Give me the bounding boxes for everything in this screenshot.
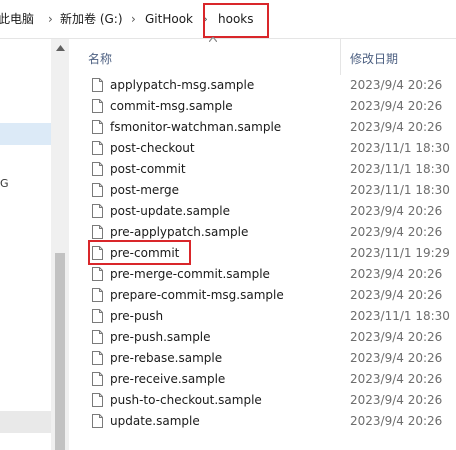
file-name: post-update.sample <box>110 204 230 218</box>
file-icon <box>92 372 103 386</box>
file-icon <box>92 330 103 344</box>
column-header: 名称 修改日期 <box>70 39 456 75</box>
file-name: fsmonitor-watchman.sample <box>110 120 282 134</box>
file-modified-date: 2023/9/4 20:26 <box>350 267 443 281</box>
file-row[interactable]: pre-rebase.sample 2023/9/4 20:26 <box>70 348 456 369</box>
file-modified-date: 2023/9/4 20:26 <box>350 225 443 239</box>
nav-item-drive-label[interactable]: G <box>0 177 9 190</box>
file-icon <box>92 162 103 176</box>
file-name: pre-applypatch.sample <box>110 225 249 239</box>
file-icon <box>92 78 103 92</box>
file-name: push-to-checkout.sample <box>110 393 262 407</box>
file-modified-date: 2023/11/1 18:30 <box>350 183 450 197</box>
file-modified-date: 2023/9/4 20:26 <box>350 204 443 218</box>
file-row[interactable]: applypatch-msg.sample 2023/9/4 20:26 <box>70 75 456 96</box>
column-divider[interactable] <box>340 39 341 75</box>
file-row[interactable]: pre-merge-commit.sample 2023/9/4 20:26 <box>70 264 456 285</box>
file-name: pre-merge-commit.sample <box>110 267 270 281</box>
file-name: pre-push.sample <box>110 330 211 344</box>
file-row[interactable]: post-update.sample 2023/9/4 20:26 <box>70 201 456 222</box>
file-row[interactable]: update.sample 2023/9/4 20:26 <box>70 411 456 432</box>
file-icon <box>92 267 103 281</box>
navigation-pane[interactable]: G <box>0 39 52 450</box>
file-row[interactable]: commit-msg.sample 2023/9/4 20:26 <box>70 96 456 117</box>
nav-item-hover[interactable] <box>0 411 51 433</box>
file-modified-date: 2023/9/4 20:26 <box>350 330 443 344</box>
file-name: post-checkout <box>110 141 195 155</box>
file-row[interactable]: pre-push 2023/11/1 18:30 <box>70 306 456 327</box>
file-name: prepare-commit-msg.sample <box>110 288 284 302</box>
breadcrumb-separator[interactable]: › <box>131 11 136 27</box>
file-name: pre-push <box>110 309 164 323</box>
file-row[interactable]: prepare-commit-msg.sample 2023/9/4 20:26 <box>70 285 456 306</box>
file-icon <box>92 99 103 113</box>
file-row[interactable]: push-to-checkout.sample 2023/9/4 20:26 <box>70 390 456 411</box>
file-modified-date: 2023/11/1 18:30 <box>350 309 450 323</box>
file-modified-date: 2023/9/4 20:26 <box>350 351 443 365</box>
file-icon <box>92 393 103 407</box>
file-row[interactable]: pre-receive.sample 2023/9/4 20:26 <box>70 369 456 390</box>
file-icon <box>92 141 103 155</box>
file-icon <box>92 288 103 302</box>
file-name: pre-rebase.sample <box>110 351 223 365</box>
file-modified-date: 2023/11/1 18:30 <box>350 162 450 176</box>
file-icon <box>92 120 103 134</box>
scrollbar-thumb[interactable] <box>55 253 65 450</box>
breadcrumb-this-pc[interactable]: 此电脑 <box>0 11 34 27</box>
scroll-up-icon[interactable] <box>56 45 65 51</box>
column-header-name[interactable]: 名称 <box>88 50 112 67</box>
file-modified-date: 2023/9/4 20:26 <box>350 120 443 134</box>
file-modified-date: 2023/9/4 20:26 <box>350 372 443 386</box>
breadcrumb-githook[interactable]: GitHook <box>145 11 193 27</box>
file-modified-date: 2023/9/4 20:26 <box>350 288 443 302</box>
file-name: applypatch-msg.sample <box>110 78 255 92</box>
file-modified-date: 2023/9/4 20:26 <box>350 99 443 113</box>
file-modified-date: 2023/11/1 18:30 <box>350 141 450 155</box>
file-icon <box>92 309 103 323</box>
address-bar[interactable]: 此电脑 › 新加卷 (G:) › GitHook › hooks <box>0 0 456 39</box>
file-icon <box>92 225 103 239</box>
file-row[interactable]: pre-push.sample 2023/9/4 20:26 <box>70 327 456 348</box>
highlight-box-hooks <box>203 3 269 38</box>
vertical-scrollbar[interactable] <box>51 39 69 450</box>
file-name: post-commit <box>110 162 186 176</box>
file-name: pre-receive.sample <box>110 372 226 386</box>
file-icon <box>92 204 103 218</box>
file-icon <box>92 351 103 365</box>
file-row[interactable]: post-checkout 2023/11/1 18:30 <box>70 138 456 159</box>
file-modified-date: 2023/9/4 20:26 <box>350 414 443 428</box>
column-header-date[interactable]: 修改日期 <box>350 50 398 67</box>
nav-item-selected[interactable] <box>0 123 51 145</box>
breadcrumb-drive-g[interactable]: 新加卷 (G:) <box>60 11 123 27</box>
file-modified-date: 2023/9/4 20:26 <box>350 393 443 407</box>
file-icon <box>92 414 103 428</box>
file-name: commit-msg.sample <box>110 99 233 113</box>
file-row[interactable]: post-commit 2023/11/1 18:30 <box>70 159 456 180</box>
file-name: update.sample <box>110 414 200 428</box>
file-name: post-merge <box>110 183 180 197</box>
sort-caret-icon <box>209 37 217 42</box>
file-icon <box>92 183 103 197</box>
file-row[interactable]: fsmonitor-watchman.sample 2023/9/4 20:26 <box>70 117 456 138</box>
breadcrumb-separator[interactable]: › <box>48 11 53 27</box>
file-row[interactable]: post-merge 2023/11/1 18:30 <box>70 180 456 201</box>
file-modified-date: 2023/11/1 19:29 <box>350 246 450 260</box>
file-modified-date: 2023/9/4 20:26 <box>350 78 443 92</box>
highlight-box-pre-commit <box>88 240 191 265</box>
